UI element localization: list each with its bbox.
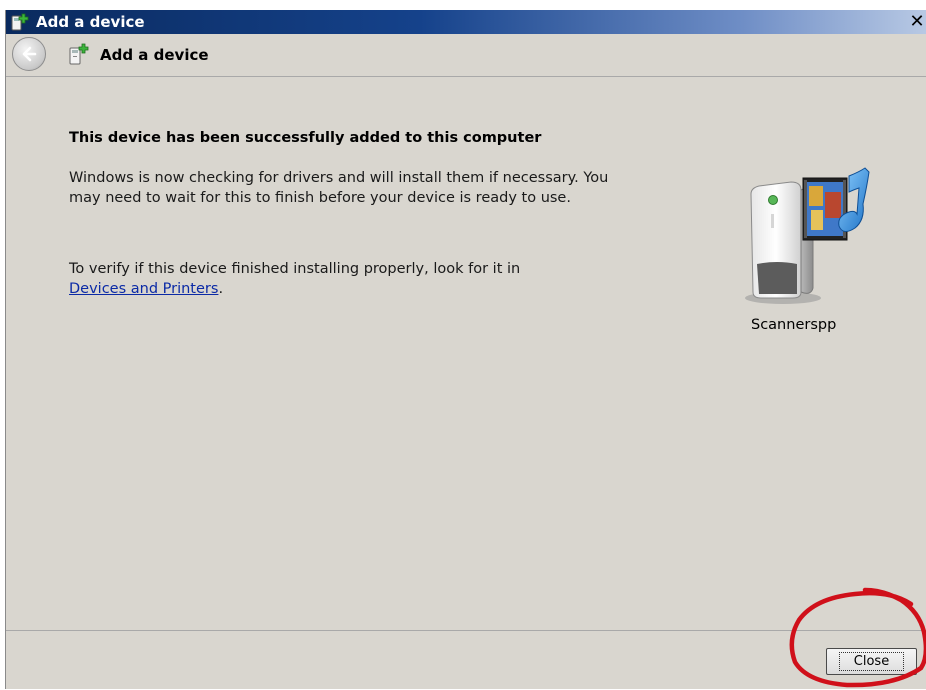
content-area: This device has been successfully added … — [6, 77, 926, 630]
back-arrow-icon — [22, 46, 37, 62]
verify-message: To verify if this device finished instal… — [69, 259, 629, 299]
add-device-icon — [69, 43, 89, 65]
close-button[interactable]: Close — [826, 648, 917, 675]
media-device-icon — [745, 167, 870, 304]
navigation-bar: Add a device — [6, 34, 926, 77]
window-title: Add a device — [36, 13, 145, 31]
driver-check-message: Windows is now checking for drivers and … — [69, 170, 609, 206]
page-title: Add a device — [100, 46, 209, 64]
verify-text: To verify if this device finished instal… — [69, 261, 521, 277]
add-device-window: Add a device ✕ Add a device This device … — [5, 10, 926, 689]
status-heading: This device has been successfully added … — [69, 130, 542, 146]
close-button-label: Close — [838, 652, 905, 671]
devices-and-printers-link[interactable]: Devices and Printers — [69, 281, 218, 297]
verify-suffix: . — [218, 281, 224, 297]
close-window-icon[interactable]: ✕ — [907, 12, 926, 32]
title-bar[interactable]: Add a device ✕ — [6, 10, 926, 34]
footer-bar: Close — [6, 630, 926, 690]
device-name: Scannerspp — [751, 317, 837, 333]
add-device-icon — [11, 13, 29, 31]
back-button[interactable] — [12, 37, 46, 71]
